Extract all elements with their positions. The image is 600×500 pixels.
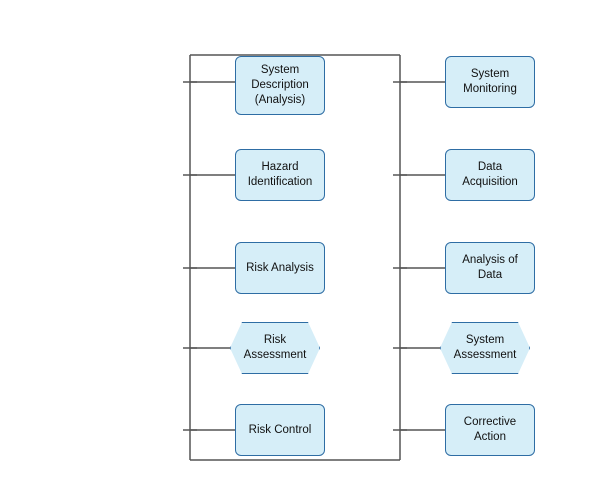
node-risk-control: Risk Control	[235, 404, 325, 456]
diagram-container: System Description (Analysis) Hazard Ide…	[0, 0, 600, 500]
node-system-monitoring: System Monitoring	[445, 56, 535, 108]
node-analysis-of-data: Analysis of Data	[445, 242, 535, 294]
node-system-assessment: System Assessment	[440, 322, 530, 374]
node-risk-assessment: Risk Assessment	[230, 322, 320, 374]
node-corrective-action: Corrective Action	[445, 404, 535, 456]
node-risk-analysis: Risk Analysis	[235, 242, 325, 294]
node-system-description: System Description (Analysis)	[235, 56, 325, 115]
node-hazard-identification: Hazard Identification	[235, 149, 325, 201]
node-data-acquisition: Data Acquisition	[445, 149, 535, 201]
